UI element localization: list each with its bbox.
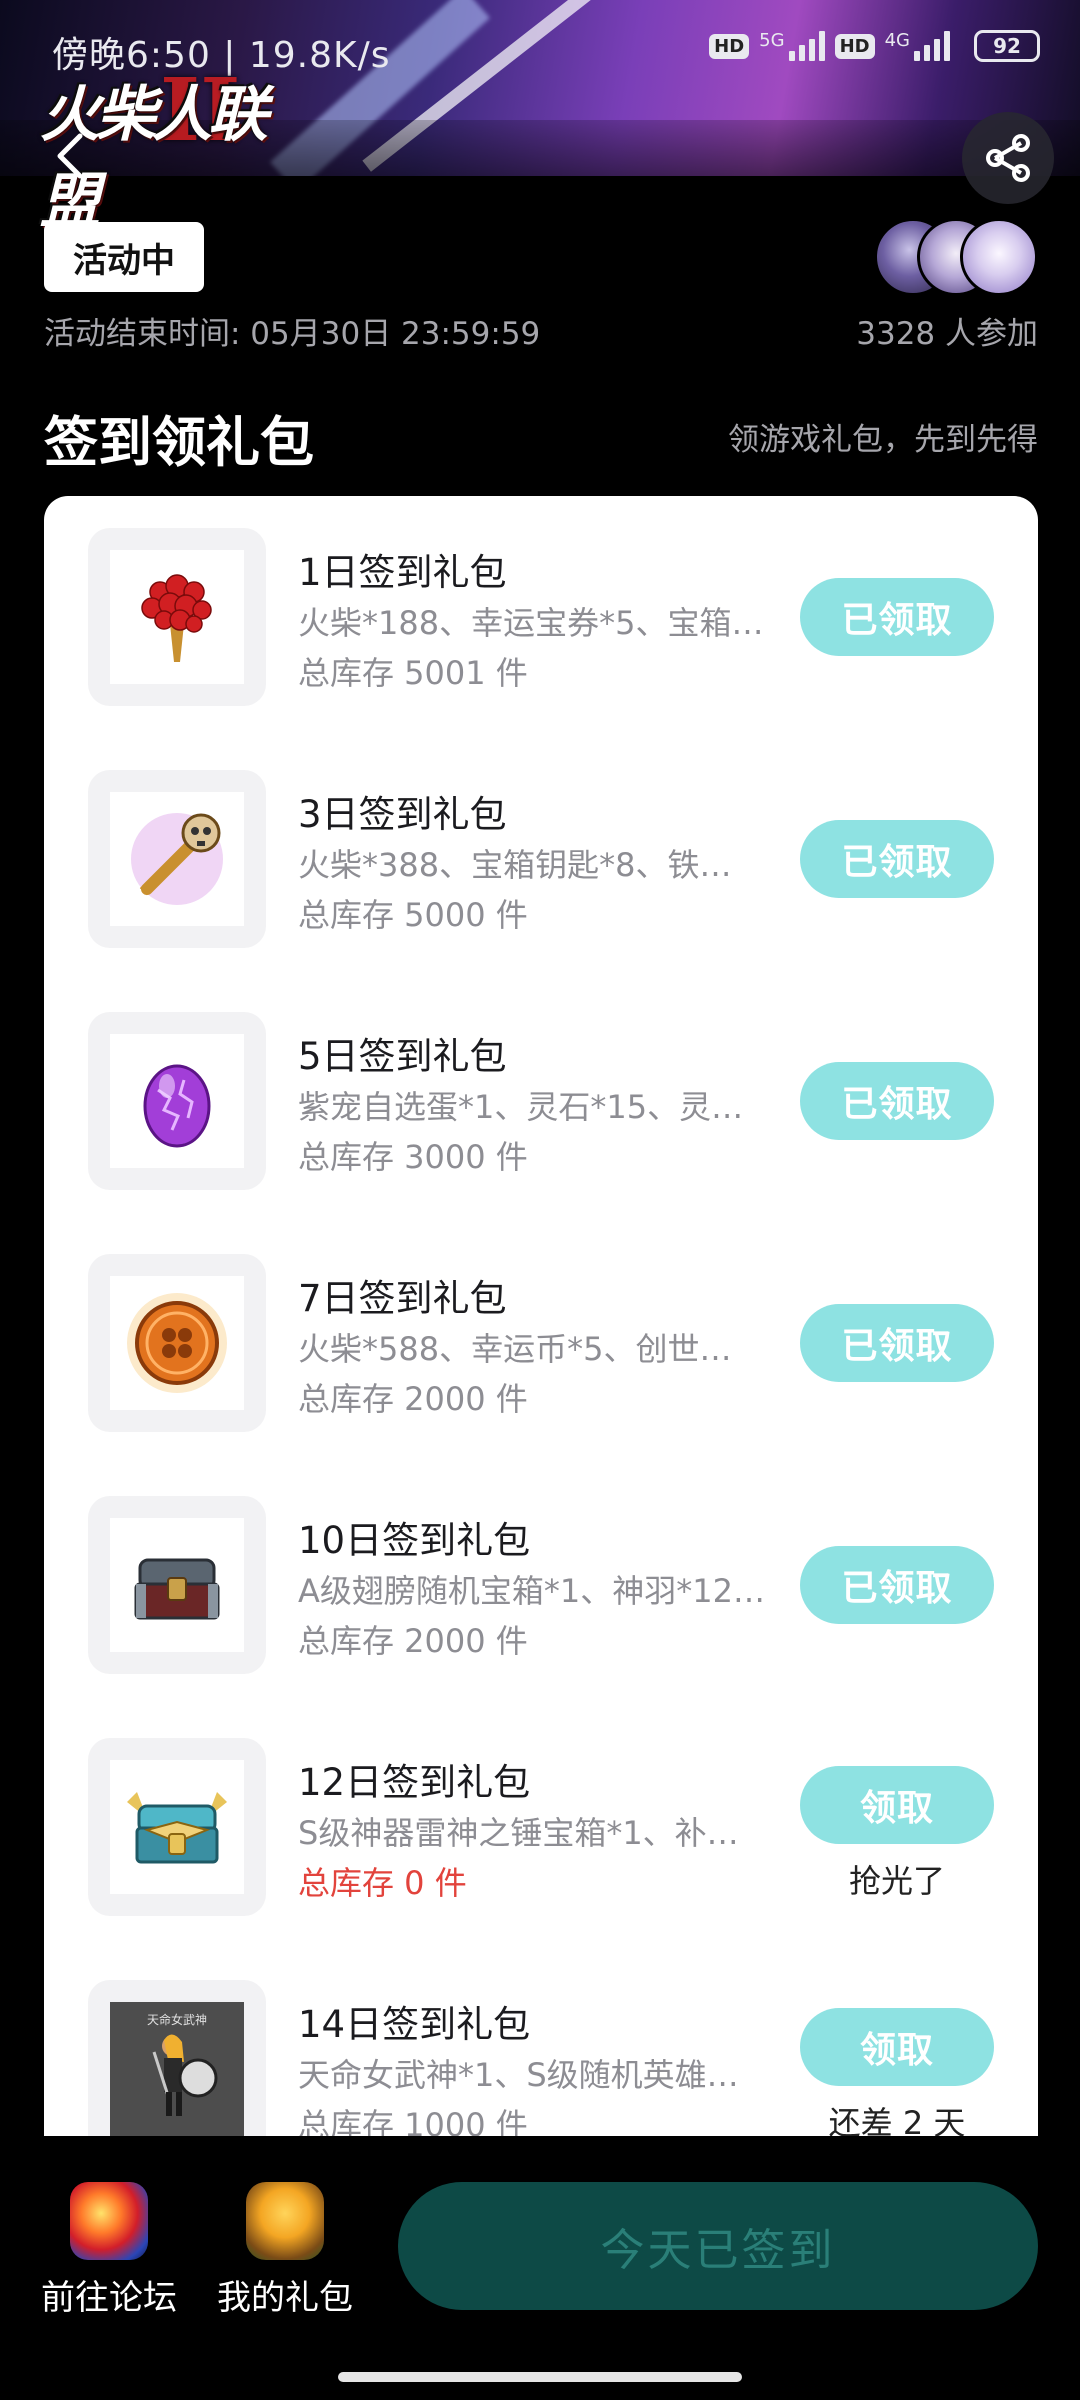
hd-badge: HD	[709, 33, 750, 59]
forum-label: 前往论坛	[41, 2278, 177, 2318]
gift-description: 火柴*588、幸运币*5、创世…	[298, 1330, 732, 1368]
gift-thumbnail	[88, 1254, 266, 1432]
activity-status-badge: 活动中	[44, 222, 204, 292]
avatar	[960, 218, 1038, 296]
gift-description: 天命女武神*1、S级随机英雄…	[298, 2056, 739, 2094]
home-indicator[interactable]	[338, 2372, 742, 2382]
gift-thumbnail	[88, 1012, 266, 1190]
treasure-chest-icon	[134, 1558, 220, 1620]
my-gifts-label: 我的礼包	[217, 2278, 353, 2318]
gift-thumbnail	[88, 1496, 266, 1674]
gift-stock: 总库存 2000 件	[298, 1380, 528, 1418]
gift-item: 1日签到礼包 火柴*188、幸运宝券*5、宝箱… 总库存 5001 件 已领取	[44, 496, 1038, 738]
checked-in-button[interactable]: 今天已签到	[398, 2182, 1038, 2310]
forum-entry[interactable]: 前往论坛	[14, 2182, 204, 2319]
gift-title: 7日签到礼包	[298, 1277, 507, 1320]
signal-bars-icon	[914, 31, 950, 61]
gift-stock: 总库存 2000 件	[298, 1622, 528, 1660]
claim-button[interactable]: 领取	[800, 2008, 994, 2086]
participant-avatars[interactable]	[874, 218, 1038, 296]
gift-title: 3日签到礼包	[298, 793, 507, 836]
network-5g-label: 5G	[759, 30, 785, 51]
gift-stock: 总库存 3000 件	[298, 1138, 528, 1176]
gift-description: A级翅膀随机宝箱*1、神羽*12…	[298, 1572, 765, 1610]
my-gifts-entry[interactable]: 我的礼包	[190, 2182, 380, 2319]
gift-thumbnail	[88, 1738, 266, 1916]
status-indicators: HD 5G HD 4G 92	[709, 30, 1040, 62]
forum-app-icon	[70, 2182, 148, 2260]
section-subtitle: 领游戏礼包，先到先得	[728, 422, 1038, 458]
participant-count: 3328 人参加	[856, 316, 1038, 352]
gift-stock: 总库存 5000 件	[298, 896, 528, 934]
gift-stock: 总库存 0 件	[298, 1864, 467, 1902]
skull-key-icon	[131, 813, 223, 905]
battery-icon: 92	[974, 30, 1040, 62]
claimed-button[interactable]: 已领取	[800, 1546, 994, 1624]
back-button[interactable]	[42, 128, 98, 184]
network-4g-label: 4G	[884, 30, 910, 51]
gift-description: 火柴*188、幸运宝券*5、宝箱…	[298, 604, 764, 642]
gift-list[interactable]: 1日签到礼包 火柴*188、幸运宝券*5、宝箱… 总库存 5001 件 已领取 …	[44, 496, 1038, 2136]
gift-thumbnail: 天命女武神	[88, 1980, 266, 2136]
gift-title: 10日签到礼包	[298, 1519, 531, 1562]
valkyrie-hero-icon: 天命女武神	[110, 2002, 244, 2136]
claimed-button[interactable]: 已领取	[800, 820, 994, 898]
claimed-button[interactable]: 已领取	[800, 1062, 994, 1140]
gift-stock: 总库存 5001 件	[298, 654, 528, 692]
gift-description: S级神器雷神之锤宝箱*1、补…	[298, 1814, 739, 1852]
gift-item: 12日签到礼包 S级神器雷神之锤宝箱*1、补… 总库存 0 件 领取 抢光了	[44, 1706, 1038, 1948]
hd-badge: HD	[834, 33, 875, 59]
chevron-left-icon	[57, 133, 83, 179]
gift-item: 7日签到礼包 火柴*588、幸运币*5、创世… 总库存 2000 件 已领取	[44, 1222, 1038, 1464]
purple-egg-icon	[143, 1064, 211, 1148]
share-button[interactable]	[962, 112, 1054, 204]
thumbnail-caption: 天命女武神	[147, 2012, 207, 2027]
claim-status-note: 还差 2 天	[828, 2104, 966, 2136]
gift-item: 10日签到礼包 A级翅膀随机宝箱*1、神羽*12… 总库存 2000 件 已领取	[44, 1464, 1038, 1706]
claimed-button[interactable]: 已领取	[800, 578, 994, 656]
red-bouquet-icon	[141, 574, 212, 662]
claimed-button[interactable]: 已领取	[800, 1304, 994, 1382]
gift-description: 紫宠自选蛋*1、灵石*15、灵…	[298, 1088, 744, 1126]
golden-chest-icon	[127, 1792, 227, 1864]
gift-item: 3日签到礼包 火柴*388、宝箱钥匙*8、铁… 总库存 5000 件 已领取	[44, 738, 1038, 980]
gift-title: 14日签到礼包	[298, 2003, 531, 2046]
gift-title: 1日签到礼包	[298, 551, 507, 594]
claim-button[interactable]: 领取	[800, 1766, 994, 1844]
section-title: 签到领礼包	[44, 411, 314, 474]
bottom-action-bar: 前往论坛 我的礼包 今天已签到	[0, 2136, 1080, 2400]
share-icon	[986, 134, 1030, 182]
gift-thumbnail	[88, 770, 266, 948]
activity-end-time: 活动结束时间: 05月30日 23:59:59	[44, 316, 541, 352]
gift-stock: 总库存 1000 件	[298, 2106, 528, 2136]
my-gifts-app-icon	[246, 2182, 324, 2260]
gift-title: 12日签到礼包	[298, 1761, 531, 1804]
gift-thumbnail	[88, 528, 266, 706]
gift-description: 火柴*388、宝箱钥匙*8、铁…	[298, 846, 732, 884]
lucky-coin-icon	[127, 1293, 227, 1393]
signal-bars-icon	[788, 31, 825, 61]
gift-item: 5日签到礼包 紫宠自选蛋*1、灵石*15、灵… 总库存 3000 件 已领取	[44, 980, 1038, 1222]
gift-title: 5日签到礼包	[298, 1035, 507, 1078]
claim-status-note: 抢光了	[848, 1862, 945, 1900]
gift-item: 天命女武神 14日签到礼包 天命女武神*1、S级随机英雄… 总库存 1000 件…	[44, 1948, 1038, 2136]
